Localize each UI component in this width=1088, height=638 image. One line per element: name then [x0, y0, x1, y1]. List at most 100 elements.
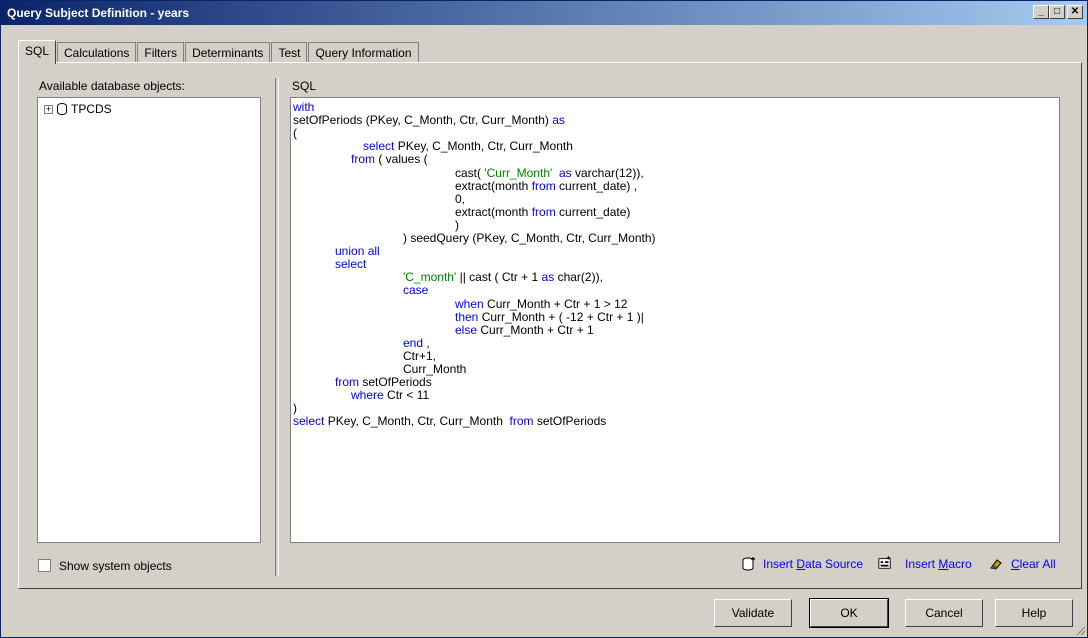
sql-text: PKey, C_Month, Ctr, Curr_Month [394, 139, 573, 154]
help-button[interactable]: Help [995, 599, 1073, 627]
tab-determinants[interactable]: Determinants [185, 42, 271, 63]
available-objects-label: Available database objects: [39, 79, 185, 93]
window-title: Query Subject Definition - years [7, 6, 190, 20]
sql-line: select [335, 258, 366, 272]
sql-text: current_date) , [555, 178, 638, 193]
sql-keyword: union all [335, 244, 380, 259]
sql-label: SQL [292, 79, 317, 93]
sql-keyword: from [531, 204, 556, 219]
sql-line: else Curr_Month + Ctr + 1 [455, 322, 594, 338]
tab-test[interactable]: Test [271, 42, 308, 63]
sql-keyword: case [403, 283, 429, 298]
sql-text: || cast ( Ctr + 1 [456, 270, 542, 285]
tab-filters[interactable]: Filters [137, 42, 185, 63]
minimize-button[interactable]: _ [1033, 5, 1049, 19]
sql-keyword: select [335, 257, 367, 272]
sql-text: Curr_Month + Ctr + 1 [477, 322, 594, 337]
sql-line: extract(month from current_date) [455, 204, 631, 220]
show-system-objects-label: Show system objects [59, 559, 172, 573]
sql-text: Curr_Month + ( -12 + Ctr + 1 )| [478, 309, 644, 324]
sql-keyword: select [293, 414, 325, 429]
database-objects-tree[interactable]: + TPCDS [37, 97, 261, 543]
sql-editor[interactable]: with setOfPeriods (PKey, C_Month, Ctr, Cu… [290, 97, 1060, 543]
sql-keyword: as [552, 113, 565, 128]
sql-text: ) [293, 401, 297, 416]
sql-keyword: else [455, 322, 478, 337]
close-icon: ✕ [1070, 6, 1080, 17]
database-icon [57, 103, 67, 115]
sql-line: from ( values ( [351, 153, 428, 167]
panel-splitter[interactable] [275, 78, 279, 576]
sql-text: ( [293, 126, 297, 141]
sql-text: 0, [455, 191, 466, 206]
link-text-post: acro [948, 557, 972, 571]
show-system-objects-checkbox[interactable] [38, 559, 51, 572]
sql-keyword: as [541, 270, 555, 285]
sql-keyword: when [455, 296, 484, 311]
eraser-icon [990, 559, 1002, 570]
sql-text: extract(month [455, 178, 532, 193]
sql-keyword: from [509, 414, 534, 429]
sql-keyword: from [335, 375, 359, 390]
sql-keyword: select [363, 139, 395, 154]
validate-button[interactable]: Validate [714, 599, 792, 627]
sql-line: ) seedQuery (PKey, C_Month, Ctr, Curr_Mo… [403, 232, 656, 246]
insert-macro-icon [878, 556, 891, 569]
sql-keyword: from [531, 178, 556, 193]
close-button[interactable]: ✕ [1067, 5, 1083, 19]
sql-line: extract(month from current_date) , [455, 178, 638, 194]
minimize-icon: _ [1038, 6, 1044, 17]
sql-line: select PKey, C_Month, Ctr, Curr_Month fr… [293, 415, 606, 429]
sql-line: case [403, 284, 428, 298]
link-accel: D [796, 557, 806, 571]
sql-text: Curr_Month + Ctr + 1 > 12 [483, 296, 628, 311]
sql-text: Ctr+1, [403, 348, 437, 363]
sql-line: 'C_month' || cast ( Ctr + 1 as char(2)), [403, 271, 603, 285]
tree-item-tpcds[interactable]: + TPCDS [44, 102, 112, 116]
sql-line: where Ctr < 11 [351, 389, 429, 403]
sql-text: ) seedQuery (PKey, C_Month, Ctr, Curr_Mo… [403, 231, 656, 245]
tab-query-information[interactable]: Query Information [308, 42, 419, 63]
sql-string: 'C_month' [403, 270, 457, 285]
sql-keyword: from [351, 152, 375, 167]
sql-text: setOfPeriods [359, 375, 432, 390]
sql-keyword: end [403, 335, 424, 350]
cancel-button[interactable]: Cancel [905, 599, 983, 627]
sql-text: varchar(12)), [571, 165, 644, 180]
sql-text: ) [455, 217, 459, 232]
link-text-pre: Insert [763, 557, 797, 571]
resize-grip-icon[interactable] [1074, 624, 1086, 636]
sql-line: ( [293, 127, 297, 141]
expand-icon[interactable]: + [44, 104, 53, 114]
link-accel: M [938, 557, 949, 571]
clear-all-link[interactable]: Clear All [1011, 557, 1056, 571]
sql-text: , [423, 335, 430, 350]
sql-text: Ctr < 11 [383, 388, 430, 403]
sql-keyword: then [455, 309, 479, 324]
sql-text: current_date) [555, 204, 631, 219]
ok-button[interactable]: OK [809, 598, 889, 628]
sql-text: extract(month [455, 204, 532, 219]
insert-data-source-link[interactable]: Insert Data Source [763, 557, 863, 571]
tab-strip: SQL Calculations Filters Determinants Te… [18, 40, 420, 64]
title-bar[interactable]: Query Subject Definition - years _ □ ✕ [1, 1, 1087, 25]
tree-item-label: TPCDS [71, 102, 112, 116]
sql-text: Curr_Month [403, 362, 467, 376]
sql-text: setOfPeriods [533, 414, 607, 429]
sql-keyword: with [293, 100, 315, 114]
maximize-button[interactable]: □ [1049, 5, 1065, 19]
sql-text: PKey, C_Month, Ctr, Curr_Month [324, 414, 510, 429]
insert-data-source-icon [742, 557, 755, 571]
link-text-pre: Insert [905, 557, 939, 571]
sql-string: 'Curr_Month' [484, 165, 553, 180]
sql-keyword: where [351, 388, 384, 403]
maximize-icon: □ [1053, 6, 1061, 17]
sql-text: ( values ( [375, 152, 428, 167]
sql-line: setOfPeriods (PKey, C_Month, Ctr, Curr_M… [293, 114, 565, 128]
link-accel: C [1011, 557, 1020, 571]
sql-keyword: as [558, 165, 572, 180]
insert-macro-link[interactable]: Insert Macro [905, 557, 972, 571]
tab-sql[interactable]: SQL [18, 40, 57, 64]
tab-calculations[interactable]: Calculations [57, 42, 137, 63]
link-text-post: lear All [1019, 557, 1056, 571]
